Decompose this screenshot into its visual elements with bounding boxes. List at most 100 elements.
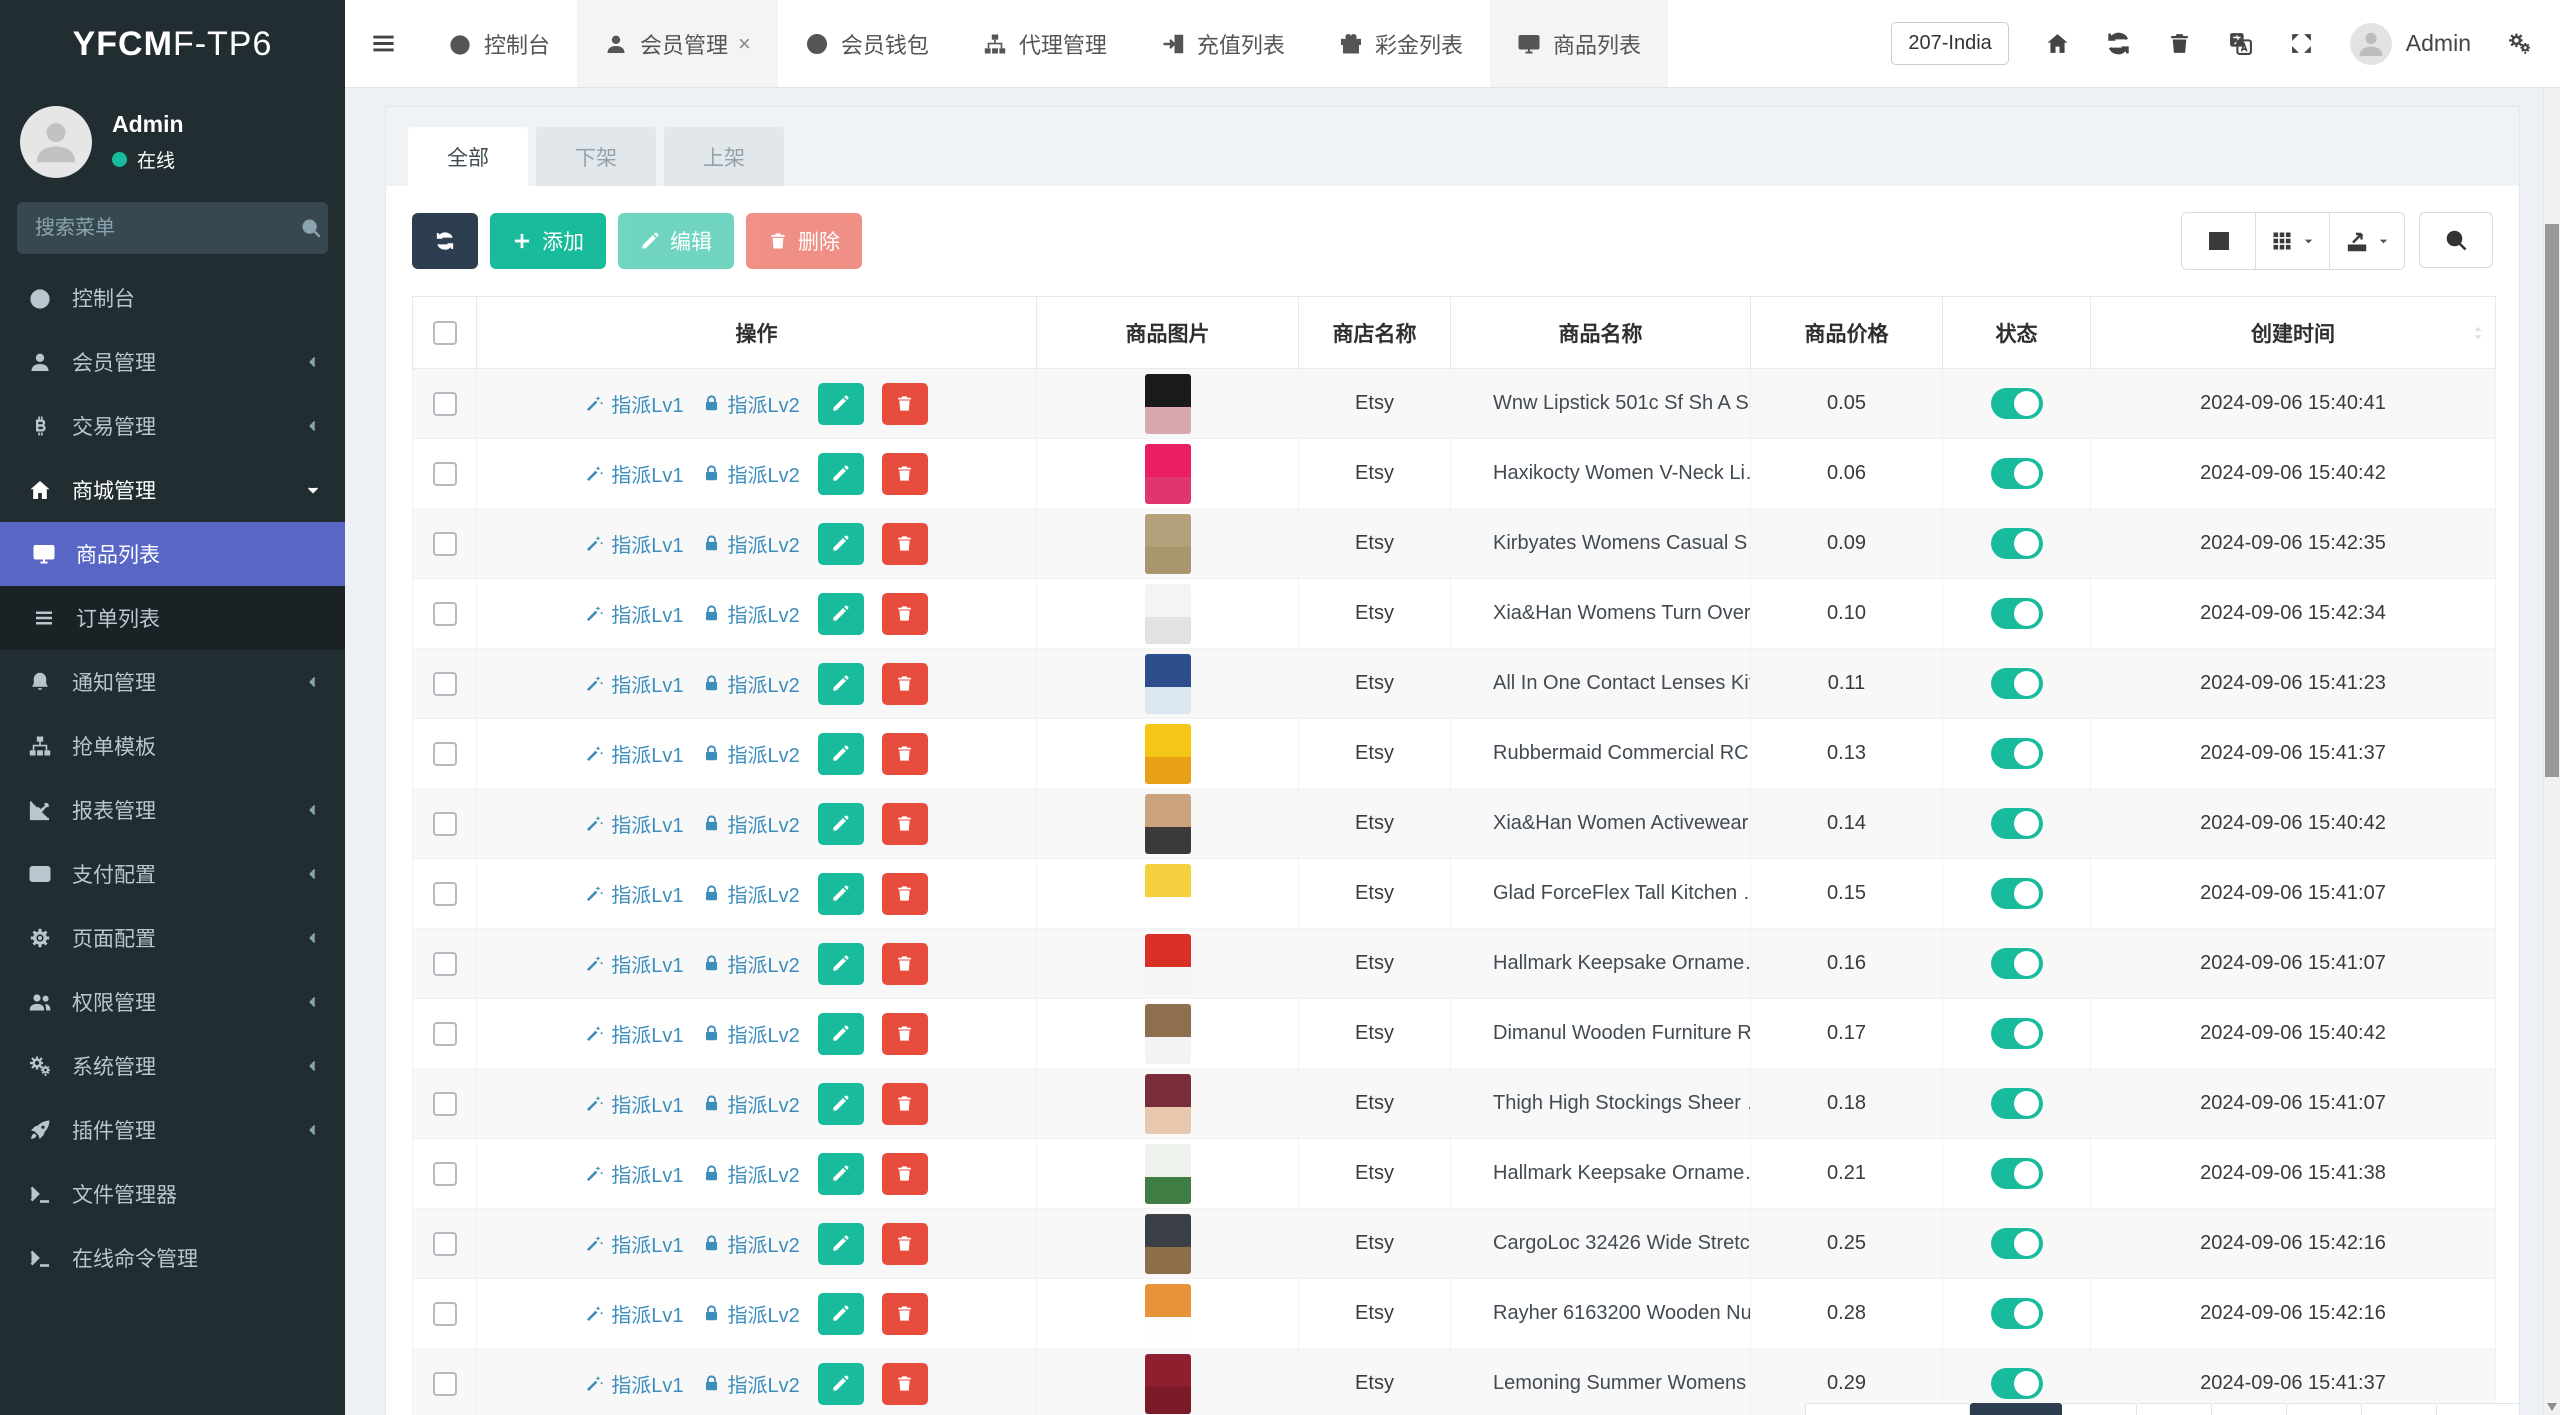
status-toggle[interactable]	[1991, 878, 2043, 909]
row-checkbox[interactable]	[433, 812, 457, 836]
page-button[interactable]	[2287, 1403, 2362, 1415]
trash-icon[interactable]	[2167, 31, 2192, 56]
add-button[interactable]: 添加	[490, 213, 606, 269]
sidebar-item-online-command[interactable]: 在线命令管理	[0, 1226, 345, 1290]
tab-recharge[interactable]: 充值列表	[1134, 0, 1312, 87]
sidebar-item-file-manager[interactable]: 文件管理器	[0, 1162, 345, 1226]
row-checkbox[interactable]	[433, 1232, 457, 1256]
delete-row-button[interactable]	[882, 1013, 928, 1055]
delete-row-button[interactable]	[882, 733, 928, 775]
page-button[interactable]	[1970, 1403, 2062, 1415]
tab-all[interactable]: 全部	[408, 127, 528, 186]
assign-lv1-link[interactable]: 指派Lv1	[585, 599, 683, 628]
page-button[interactable]	[1805, 1403, 1970, 1415]
assign-lv2-link[interactable]: 指派Lv2	[702, 1229, 800, 1258]
status-toggle[interactable]	[1991, 1088, 2043, 1119]
user-menu[interactable]: Admin	[2350, 23, 2471, 65]
delete-row-button[interactable]	[882, 1363, 928, 1405]
expand-icon[interactable]	[2289, 31, 2314, 56]
assign-lv2-link[interactable]: 指派Lv2	[702, 1089, 800, 1118]
assign-lv2-link[interactable]: 指派Lv2	[702, 949, 800, 978]
delete-row-button[interactable]	[882, 663, 928, 705]
status-toggle[interactable]	[1991, 458, 2043, 489]
assign-lv1-link[interactable]: 指派Lv1	[585, 1019, 683, 1048]
status-toggle[interactable]	[1991, 1298, 2043, 1329]
row-checkbox[interactable]	[433, 602, 457, 626]
gears-icon[interactable]	[2507, 31, 2532, 56]
tab-member-wallet[interactable]: 会员钱包	[778, 0, 956, 87]
delete-row-button[interactable]	[882, 383, 928, 425]
assign-lv1-link[interactable]: 指派Lv1	[585, 459, 683, 488]
assign-lv1-link[interactable]: 指派Lv1	[585, 1089, 683, 1118]
scrollbar-thumb[interactable]	[2545, 224, 2559, 777]
edit-row-button[interactable]	[818, 523, 864, 565]
edit-row-button[interactable]	[818, 1223, 864, 1265]
sidebar-item-addon[interactable]: 插件管理	[0, 1098, 345, 1162]
delete-row-button[interactable]	[882, 1223, 928, 1265]
region-selector[interactable]: 207-India	[1891, 22, 2008, 65]
row-checkbox[interactable]	[433, 1302, 457, 1326]
page-button[interactable]	[2062, 1403, 2137, 1415]
sidebar-item-grab-template[interactable]: 抢单模板	[0, 714, 345, 778]
edit-row-button[interactable]	[818, 943, 864, 985]
status-toggle[interactable]	[1991, 388, 2043, 419]
status-toggle[interactable]	[1991, 598, 2043, 629]
search-icon[interactable]	[300, 217, 322, 239]
row-checkbox[interactable]	[433, 742, 457, 766]
edit-row-button[interactable]	[818, 1153, 864, 1195]
status-toggle[interactable]	[1991, 668, 2043, 699]
columns-button[interactable]	[2256, 213, 2330, 269]
tab-agent[interactable]: 代理管理	[956, 0, 1134, 87]
delete-row-button[interactable]	[882, 873, 928, 915]
status-toggle[interactable]	[1991, 1368, 2043, 1399]
assign-lv1-link[interactable]: 指派Lv1	[585, 1229, 683, 1258]
sidebar-item-goods-list[interactable]: 商品列表	[0, 522, 345, 586]
edit-row-button[interactable]	[818, 873, 864, 915]
row-checkbox[interactable]	[433, 392, 457, 416]
assign-lv2-link[interactable]: 指派Lv2	[702, 879, 800, 908]
assign-lv2-link[interactable]: 指派Lv2	[702, 529, 800, 558]
assign-lv1-link[interactable]: 指派Lv1	[585, 1369, 683, 1398]
sidebar-item-trade[interactable]: 交易管理	[0, 394, 345, 458]
translate-icon[interactable]	[2228, 31, 2253, 56]
sort-icon[interactable]	[2469, 324, 2487, 342]
sidebar-item-mall[interactable]: 商城管理	[0, 458, 345, 522]
page-button[interactable]	[2362, 1403, 2437, 1415]
close-icon[interactable]: ×	[738, 31, 751, 57]
header-created-time[interactable]: 创建时间	[2091, 297, 2496, 369]
sidebar-item-pay-config[interactable]: 支付配置	[0, 842, 345, 906]
delete-button[interactable]: 删除	[746, 213, 862, 269]
home-icon[interactable]	[2045, 31, 2070, 56]
tab-dashboard[interactable]: 控制台	[421, 0, 577, 87]
status-toggle[interactable]	[1991, 948, 2043, 979]
status-toggle[interactable]	[1991, 1228, 2043, 1259]
row-checkbox[interactable]	[433, 1372, 457, 1396]
delete-row-button[interactable]	[882, 1293, 928, 1335]
edit-row-button[interactable]	[818, 383, 864, 425]
tab-goods[interactable]: 商品列表	[1490, 0, 1668, 87]
delete-row-button[interactable]	[882, 523, 928, 565]
sidebar-item-notify[interactable]: 通知管理	[0, 650, 345, 714]
assign-lv1-link[interactable]: 指派Lv1	[585, 669, 683, 698]
edit-row-button[interactable]	[818, 593, 864, 635]
refresh-button[interactable]	[412, 213, 478, 269]
tab-on-shelf[interactable]: 上架	[664, 127, 784, 186]
status-toggle[interactable]	[1991, 1158, 2043, 1189]
delete-row-button[interactable]	[882, 593, 928, 635]
assign-lv1-link[interactable]: 指派Lv1	[585, 1299, 683, 1328]
status-toggle[interactable]	[1991, 808, 2043, 839]
assign-lv1-link[interactable]: 指派Lv1	[585, 1159, 683, 1188]
assign-lv2-link[interactable]: 指派Lv2	[702, 1159, 800, 1188]
sidebar-item-order-list[interactable]: 订单列表	[0, 586, 345, 650]
sidebar-item-member[interactable]: 会员管理	[0, 330, 345, 394]
menu-toggle-button[interactable]	[345, 0, 421, 87]
assign-lv2-link[interactable]: 指派Lv2	[702, 1369, 800, 1398]
edit-row-button[interactable]	[818, 1293, 864, 1335]
assign-lv2-link[interactable]: 指派Lv2	[702, 669, 800, 698]
edit-row-button[interactable]	[818, 1083, 864, 1125]
assign-lv1-link[interactable]: 指派Lv1	[585, 809, 683, 838]
sidebar-item-dashboard[interactable]: 控制台	[0, 266, 345, 330]
assign-lv2-link[interactable]: 指派Lv2	[702, 809, 800, 838]
assign-lv1-link[interactable]: 指派Lv1	[585, 949, 683, 978]
assign-lv2-link[interactable]: 指派Lv2	[702, 599, 800, 628]
